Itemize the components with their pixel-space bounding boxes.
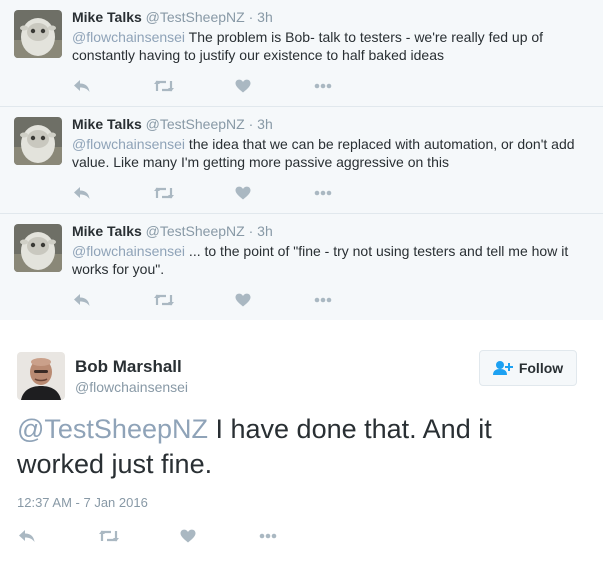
separator-dot: · bbox=[248, 116, 254, 132]
tweet-actions bbox=[72, 184, 352, 204]
separator-dot: · bbox=[248, 9, 254, 25]
avatar[interactable] bbox=[14, 224, 62, 272]
main-tweet: Bob Marshall @flowchainsensei Follow @Te… bbox=[0, 320, 603, 564]
reply-tweet[interactable]: Mike Talks @TestSheepNZ · 3h @flowchains… bbox=[0, 0, 603, 107]
tweet-timestamp[interactable]: 12:37 AM - 7 Jan 2016 bbox=[17, 495, 148, 510]
reply-icon bbox=[74, 187, 90, 199]
avatar[interactable] bbox=[14, 117, 62, 165]
more-button[interactable] bbox=[313, 77, 333, 95]
avatar[interactable] bbox=[17, 352, 65, 400]
reply-button[interactable] bbox=[72, 291, 92, 309]
author-name[interactable]: Mike Talks bbox=[72, 223, 142, 239]
more-button[interactable] bbox=[258, 527, 278, 545]
author-handle[interactable]: @TestSheepNZ bbox=[146, 116, 245, 132]
heart-icon bbox=[235, 186, 251, 200]
more-button[interactable] bbox=[313, 184, 333, 202]
author-handle[interactable]: @TestSheepNZ bbox=[146, 9, 245, 25]
mention-link[interactable]: @TestSheepNZ bbox=[17, 414, 208, 444]
more-icon bbox=[314, 190, 332, 196]
retweet-icon bbox=[154, 294, 174, 306]
mention-link[interactable]: @flowchainsensei bbox=[72, 243, 185, 259]
conversation-replies: Mike Talks @TestSheepNZ · 3h @flowchains… bbox=[0, 0, 603, 321]
author-handle[interactable]: @flowchainsensei bbox=[75, 379, 188, 395]
heart-icon bbox=[235, 293, 251, 307]
like-button[interactable] bbox=[233, 77, 253, 95]
tweet-header: Mike Talks @TestSheepNZ · 3h bbox=[72, 116, 273, 132]
more-icon bbox=[314, 297, 332, 303]
author-handle[interactable]: @TestSheepNZ bbox=[146, 223, 245, 239]
reply-button[interactable] bbox=[17, 527, 37, 545]
tweet-header: Mike Talks @TestSheepNZ · 3h bbox=[72, 223, 273, 239]
tweet-actions bbox=[72, 77, 352, 97]
avatar[interactable] bbox=[14, 10, 62, 58]
reply-tweet[interactable]: Mike Talks @TestSheepNZ · 3h @flowchains… bbox=[0, 107, 603, 214]
more-button[interactable] bbox=[313, 291, 333, 309]
like-button[interactable] bbox=[178, 527, 198, 545]
more-icon bbox=[259, 533, 277, 539]
retweet-icon bbox=[154, 187, 174, 199]
reply-icon bbox=[74, 80, 90, 92]
heart-icon bbox=[180, 529, 196, 543]
add-user-icon bbox=[492, 361, 513, 375]
author-name[interactable]: Bob Marshall bbox=[75, 357, 182, 377]
mention-link[interactable]: @flowchainsensei bbox=[72, 29, 185, 45]
reply-button[interactable] bbox=[72, 77, 92, 95]
mention-link[interactable]: @flowchainsensei bbox=[72, 136, 185, 152]
retweet-button[interactable] bbox=[152, 184, 176, 202]
tweet-time[interactable]: 3h bbox=[257, 116, 273, 132]
retweet-icon bbox=[99, 530, 119, 542]
reply-button[interactable] bbox=[72, 184, 92, 202]
more-icon bbox=[314, 83, 332, 89]
retweet-icon bbox=[154, 80, 174, 92]
like-button[interactable] bbox=[233, 184, 253, 202]
like-button[interactable] bbox=[233, 291, 253, 309]
retweet-button[interactable] bbox=[152, 291, 176, 309]
tweet-text: @TestSheepNZ I have done that. And it wo… bbox=[17, 412, 577, 482]
reply-tweet[interactable]: Mike Talks @TestSheepNZ · 3h @flowchains… bbox=[0, 214, 603, 321]
retweet-button[interactable] bbox=[97, 527, 121, 545]
separator-dot: · bbox=[248, 223, 254, 239]
retweet-button[interactable] bbox=[152, 77, 176, 95]
tweet-text: @flowchainsensei The problem is Bob- tal… bbox=[72, 28, 587, 64]
follow-button[interactable]: Follow bbox=[479, 350, 577, 386]
reply-icon bbox=[74, 294, 90, 306]
reply-icon bbox=[19, 530, 35, 542]
heart-icon bbox=[235, 79, 251, 93]
tweet-text: @flowchainsensei ... to the point of "fi… bbox=[72, 242, 587, 278]
tweet-header: Mike Talks @TestSheepNZ · 3h bbox=[72, 9, 273, 25]
tweet-actions bbox=[17, 527, 297, 547]
author-name[interactable]: Mike Talks bbox=[72, 116, 142, 132]
follow-label: Follow bbox=[518, 360, 564, 376]
tweet-text: @flowchainsensei the idea that we can be… bbox=[72, 135, 587, 171]
author-name[interactable]: Mike Talks bbox=[72, 9, 142, 25]
tweet-time[interactable]: 3h bbox=[257, 9, 273, 25]
tweet-time[interactable]: 3h bbox=[257, 223, 273, 239]
tweet-actions bbox=[72, 291, 352, 311]
